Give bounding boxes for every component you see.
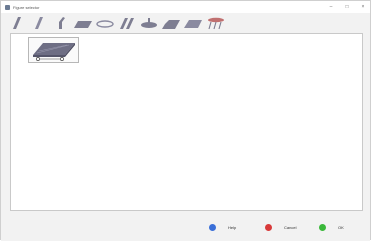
cancel-button[interactable]: Cancel: [265, 218, 296, 236]
ok-button[interactable]: OK: [319, 218, 344, 236]
help-button[interactable]: Help: [209, 218, 236, 236]
shape-button-7[interactable]: [139, 16, 159, 30]
ok-label: OK: [338, 224, 344, 230]
3d-plate-figure-icon: [33, 43, 75, 61]
ellipse-icon: [96, 19, 114, 28]
shape-button-1[interactable]: [7, 16, 27, 30]
shape-button-3[interactable]: [51, 16, 71, 30]
shape-toolbar: [7, 14, 225, 31]
double-slant-icon: [120, 17, 134, 29]
shape-button-4[interactable]: [73, 16, 93, 30]
slanted-bar-icon-2: [35, 16, 43, 29]
shape-button-6[interactable]: [117, 16, 137, 30]
disc-icon: [141, 17, 157, 28]
maximize-button[interactable]: □: [344, 1, 350, 13]
hook-bar-icon: [59, 16, 65, 29]
cancel-icon: [265, 223, 272, 231]
shape-button-10[interactable]: [205, 16, 225, 30]
figure-thumbnail[interactable]: [28, 37, 79, 63]
title-bar: Figure selector – □ ×: [1, 1, 370, 13]
figure-selector-window: Figure selector – □ × Help Cancel OK: [0, 0, 371, 241]
app-icon: [5, 4, 10, 10]
help-label: Help: [228, 224, 237, 230]
cut-plate-icon: [162, 19, 180, 29]
spring-figure-icon: [208, 17, 224, 29]
close-button[interactable]: ×: [360, 1, 366, 13]
flat-plate-icon: [74, 20, 92, 28]
shape-button-8[interactable]: [161, 16, 181, 30]
window-title: Figure selector: [13, 4, 40, 10]
shape-button-2[interactable]: [29, 16, 49, 30]
ok-icon: [319, 223, 326, 231]
cancel-label: Cancel: [284, 224, 297, 230]
figure-canvas: [10, 33, 363, 211]
slanted-bar-icon: [13, 16, 21, 29]
dialog-footer: Help Cancel OK: [1, 213, 370, 241]
wedge-plate-icon: [184, 19, 202, 28]
minimize-button[interactable]: –: [328, 1, 334, 13]
help-icon: [209, 223, 216, 231]
shape-button-9[interactable]: [183, 16, 203, 30]
shape-button-5[interactable]: [95, 16, 115, 30]
window-controls: – □ ×: [328, 1, 366, 13]
